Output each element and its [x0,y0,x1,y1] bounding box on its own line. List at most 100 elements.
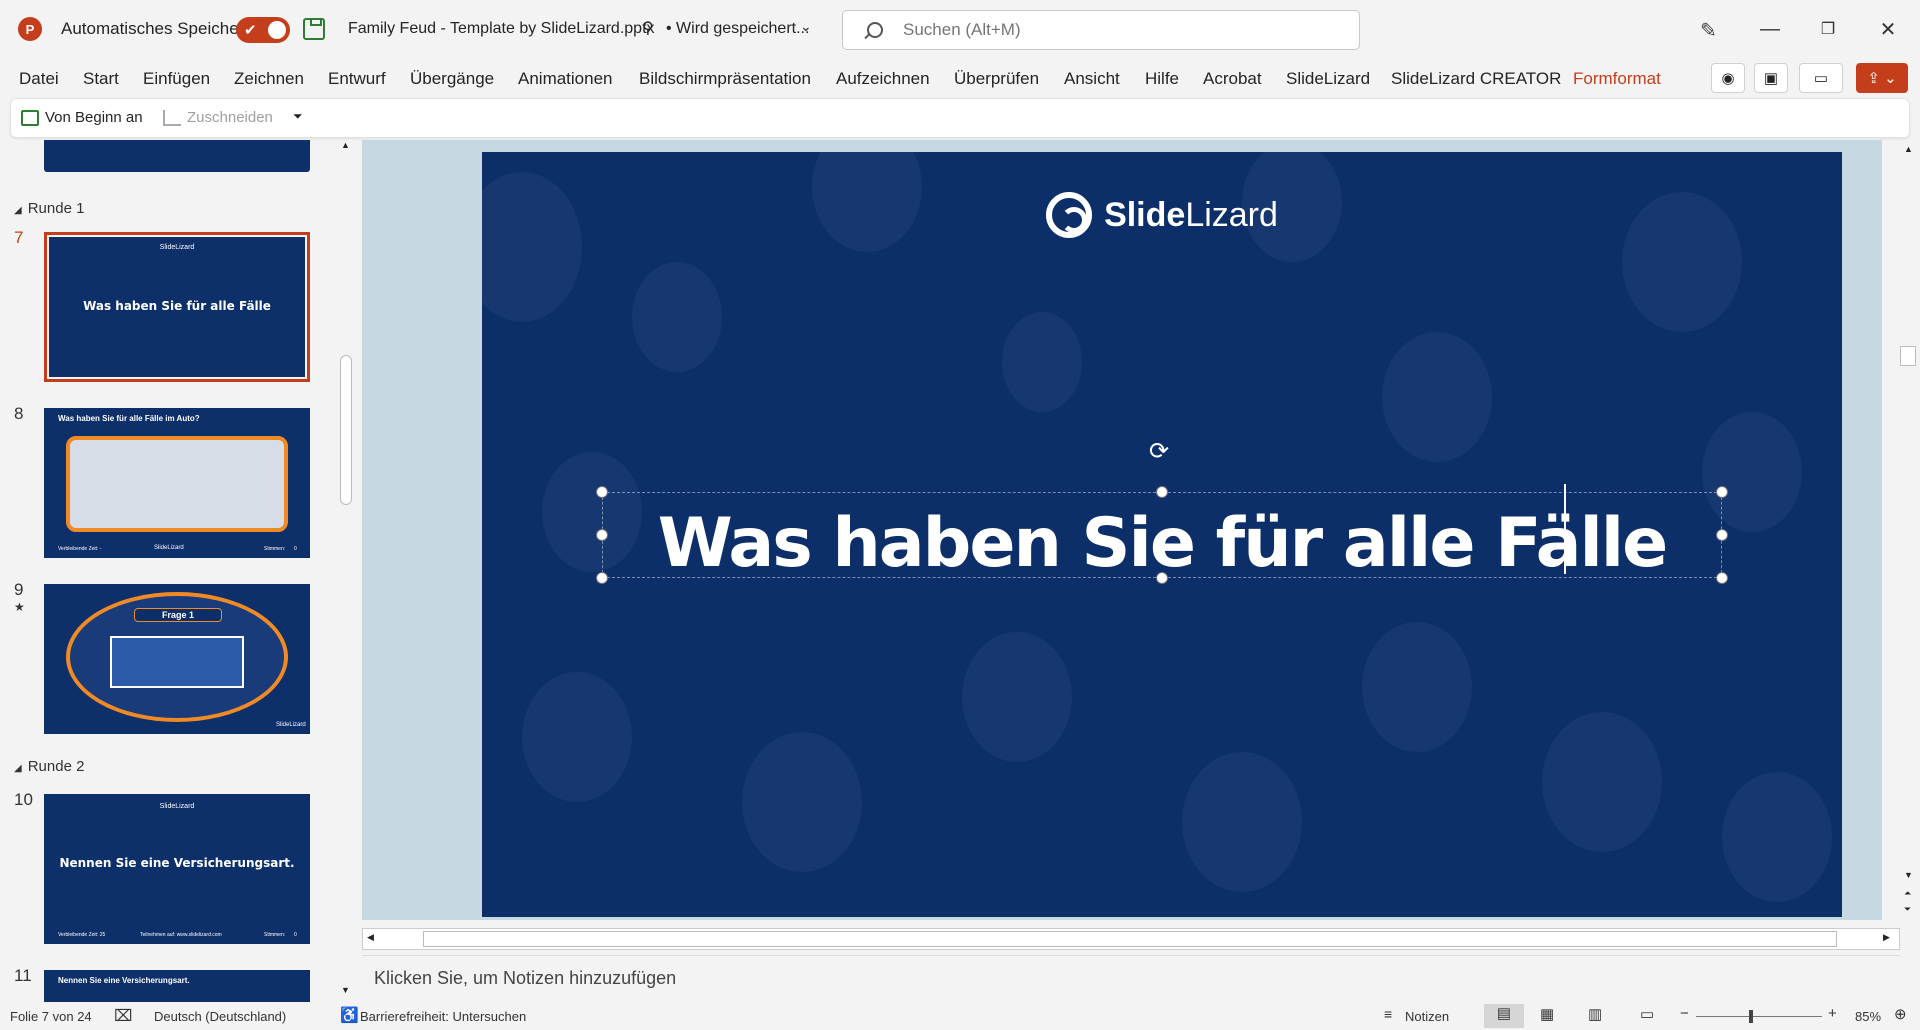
save-status[interactable]: • Wird gespeichert... [666,20,809,38]
crop-icon [163,109,181,126]
thumbnail-slide-9[interactable]: Frage 1 SlideLizard [44,584,310,734]
scroll-up-icon[interactable]: ▲ [1904,144,1913,154]
thumbnail-footer-left: Verbleibende Zeit: - [58,546,102,552]
autosave-toggle[interactable]: ✔ [236,17,290,43]
menu-ansicht[interactable]: Ansicht [1064,69,1120,89]
resize-handle-top[interactable] [1156,486,1168,498]
close-button[interactable]: ✕ [1868,14,1908,44]
thumbnail-slide-10[interactable]: SlideLizard Nennen Sie eine Versicherung… [44,794,310,944]
restore-button[interactable]: ❐ [1808,14,1848,44]
menu-uebergaenge[interactable]: Übergänge [410,69,494,89]
logo-text: SlideLizard [1104,196,1278,235]
menu-formformat[interactable]: Formformat [1573,69,1661,89]
logo-text-light: Lizard [1185,195,1278,234]
reading-view-icon[interactable]: ▥ [1588,1005,1602,1023]
thumbnail-slide-7[interactable]: SlideLizard Was haben Sie für alle Fälle [44,232,310,382]
designer-pen-icon[interactable]: ✎ [1700,18,1717,43]
scroll-down-icon[interactable]: ▼ [1904,870,1913,880]
menu-datei[interactable]: Datei [19,69,59,89]
current-slide[interactable]: SlideLizard Was haben Sie für alle Fälle… [482,152,1842,917]
teams-button[interactable]: ▣ [1754,63,1788,93]
logo-text-bold: Slide [1104,195,1186,234]
share-button[interactable]: ⇪ ⌄ [1856,63,1908,93]
notes-toggle[interactable]: Notizen [1405,1009,1449,1024]
ribbon-overflow-button[interactable]: ⏷ [293,109,303,124]
resize-handle-top-right[interactable] [1716,486,1728,498]
scroll-up-icon[interactable]: ▲ [341,140,350,150]
bokeh-circle [1182,752,1302,892]
menu-bildschirmpraesentation[interactable]: Bildschirmpräsentation [639,69,811,89]
previous-slide-icon[interactable]: ⏶ [1904,888,1911,899]
zoom-level[interactable]: 85% [1855,1009,1881,1024]
thumbnail-scrollbar[interactable]: ▲ ▼ [337,140,355,1002]
scroll-right-icon[interactable]: ▶ [1883,932,1890,943]
notes-placeholder[interactable]: Klicken Sie, um Notizen hinzuzufügen [374,968,676,989]
save-icon[interactable] [303,18,325,40]
crop-label: Zuschneiden [187,109,273,126]
chevron-down-icon[interactable]: ⌄ [800,18,812,35]
menu-acrobat[interactable]: Acrobat [1203,69,1262,89]
menu-aufzeichnen[interactable]: Aufzeichnen [836,69,930,89]
menu-ueberpruefen[interactable]: Überprüfen [954,69,1039,89]
record-button[interactable]: ◉ [1711,63,1745,93]
resize-handle-bottom-left[interactable] [596,572,608,584]
resize-handle-bottom-right[interactable] [1716,572,1728,584]
zoom-out-icon[interactable]: − [1680,1005,1689,1022]
comments-button[interactable]: ▭ [1799,63,1843,93]
text-caret [1564,484,1566,574]
scrollbar-thumb[interactable] [1900,346,1916,366]
zoom-slider-thumb[interactable] [1749,1010,1753,1023]
zoom-slider-track[interactable] [1696,1016,1822,1017]
from-start-button[interactable]: Von Beginn an [21,109,143,126]
slideshow-view-icon[interactable]: ▭ [1640,1005,1654,1023]
slide-sorter-icon[interactable]: ▦ [1540,1005,1554,1023]
section-header-runde-1[interactable]: ◢ Runde 1 [14,200,84,217]
menu-hilfe[interactable]: Hilfe [1145,69,1179,89]
rotate-handle-icon[interactable]: ⟳ [1149,437,1169,466]
next-slide-icon[interactable]: ⏷ [1904,904,1911,915]
menu-einfuegen[interactable]: Einfügen [143,69,210,89]
thumbnail-slide-11[interactable]: Nennen Sie eine Versicherungsart. [44,970,310,1002]
spellcheck-icon[interactable]: ⌧ [114,1006,132,1026]
thumbnail-title: Was haben Sie für alle Fälle im Auto? [58,414,200,423]
search-input[interactable] [903,20,1343,40]
scroll-down-icon[interactable]: ▼ [341,985,350,995]
minimize-button[interactable]: — [1750,14,1790,44]
normal-view-icon[interactable]: ▤ [1484,1004,1524,1028]
editor-horizontal-scrollbar[interactable]: ◀ ▶ [362,928,1900,950]
fit-to-window-icon[interactable]: ⊕ [1894,1005,1907,1023]
menu-animationen[interactable]: Animationen [518,69,613,89]
resize-handle-bottom[interactable] [1156,572,1168,584]
document-title[interactable]: Family Feud - Template by SlideLizard.pp… [348,20,655,38]
thumbnail-logo: SlideLizard [159,803,195,810]
resize-handle-top-left[interactable] [596,486,608,498]
menu-zeichnen[interactable]: Zeichnen [234,69,304,89]
menu-entwurf[interactable]: Entwurf [328,69,386,89]
thumbnail-slide-6-partial[interactable] [44,140,310,172]
scroll-left-icon[interactable]: ◀ [367,932,374,943]
bokeh-circle [1542,712,1662,852]
menu-start[interactable]: Start [83,69,119,89]
menu-slidelizard[interactable]: SlideLizard [1286,69,1370,89]
section-header-runde-2[interactable]: ◢ Runde 2 [14,758,84,775]
notes-pane[interactable]: Klicken Sie, um Notizen hinzuzufügen [362,955,1900,999]
editor-vertical-scrollbar[interactable]: ▲ ▼ ⏶ ⏷ [1898,140,1920,920]
autosave-label: Automatisches Speichern [61,19,254,38]
powerpoint-logo-icon: P [18,17,42,41]
search-box[interactable] [842,10,1360,50]
slidelizard-logo: SlideLizard [482,192,1842,238]
scrollbar-thumb[interactable] [423,931,1837,947]
resize-handle-right[interactable] [1716,529,1728,541]
thumbnail-footer-right: Stimmen: [264,546,286,552]
thumbnail-slide-8[interactable]: Was haben Sie für alle Fälle im Auto? Ve… [44,408,310,558]
crop-button[interactable]: Zuschneiden [163,109,273,126]
accessibility-icon: ♿ [340,1007,359,1024]
resize-handle-left[interactable] [596,529,608,541]
accessibility-check[interactable]: Barrierefreiheit: Untersuchen [360,1009,526,1024]
scrollbar-thumb[interactable] [340,355,352,505]
menu-slidelizard-creator[interactable]: SlideLizard CREATOR [1391,69,1561,89]
zoom-in-icon[interactable]: + [1828,1005,1837,1022]
slide-counter[interactable]: Folie 7 von 24 [10,1009,92,1024]
answer-grid [110,636,244,688]
language-indicator[interactable]: Deutsch (Deutschland) [154,1009,286,1024]
